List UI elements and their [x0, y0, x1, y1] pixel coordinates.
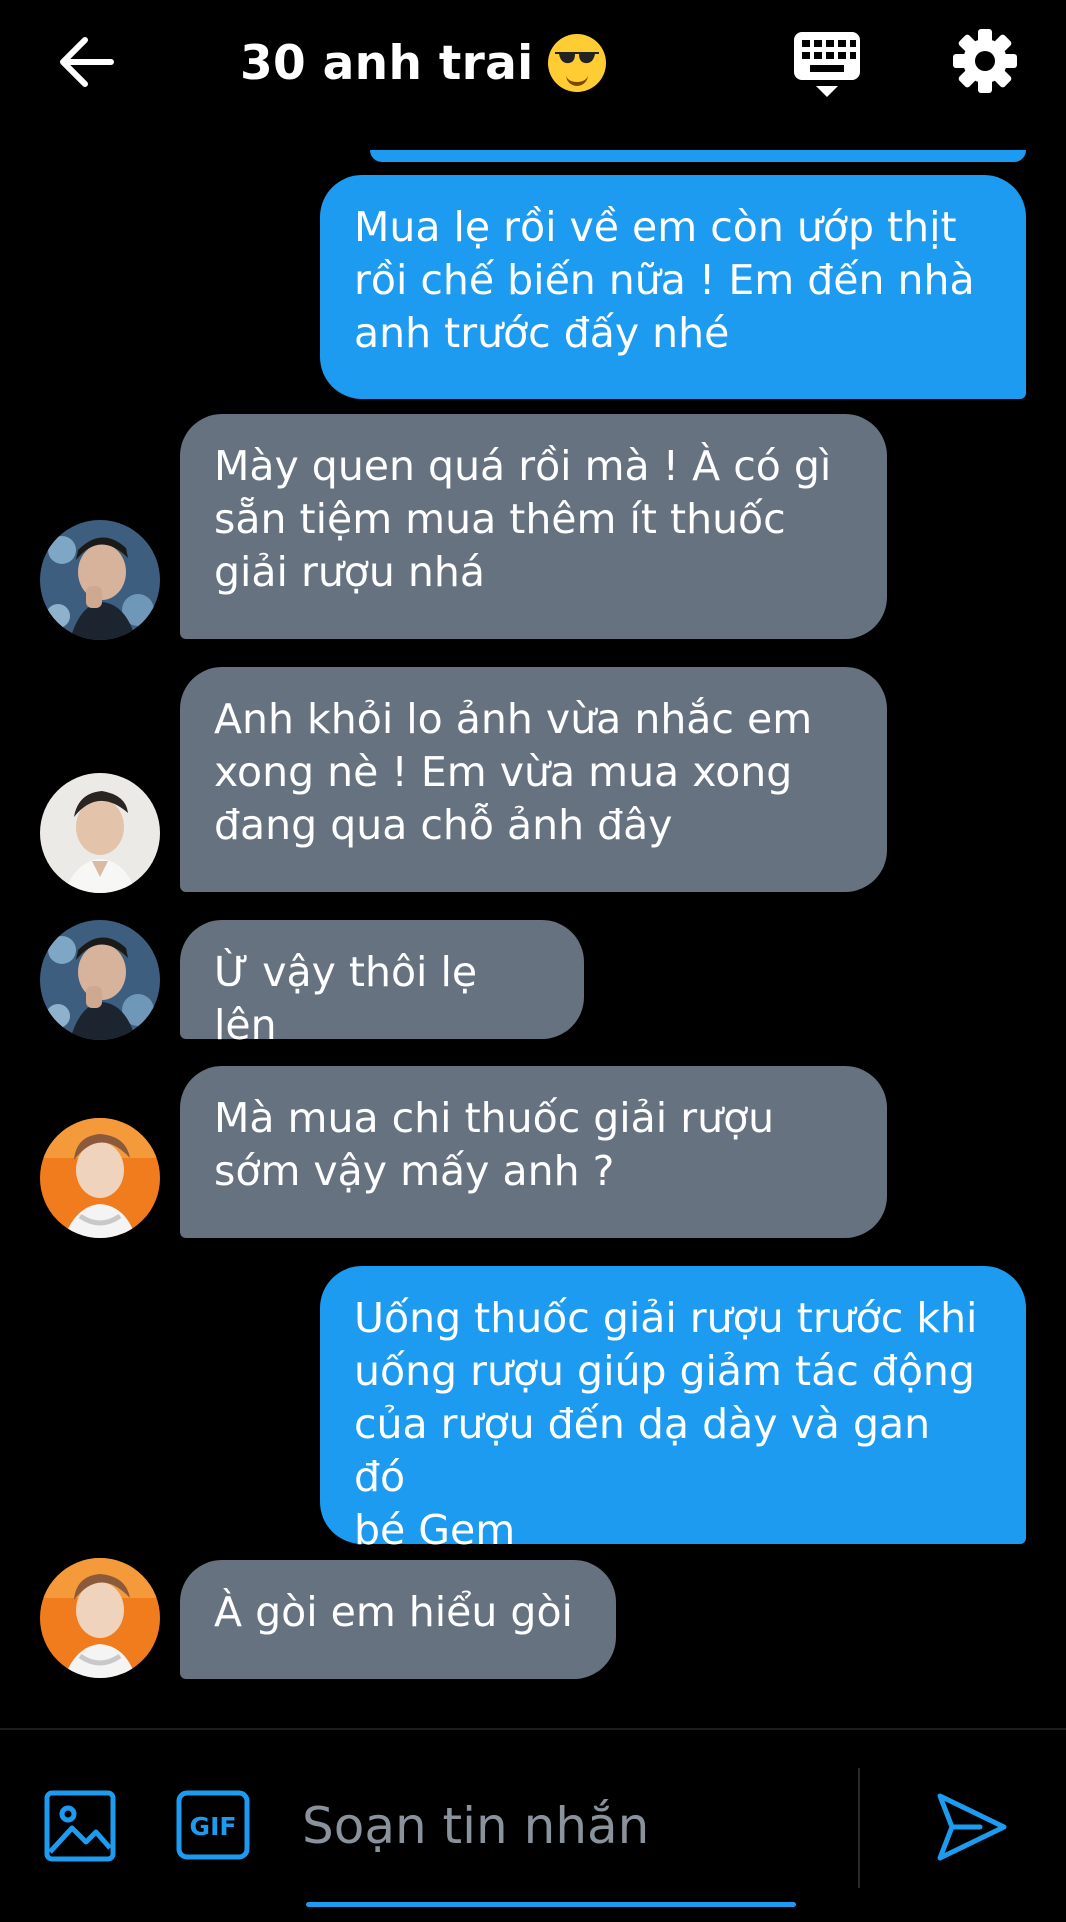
avatar-man-blue-floral-icon: [40, 920, 160, 1040]
message-text: Ừ vậy thôi lẹ lên: [214, 948, 478, 1049]
message-text: Anh khỏi lo ảnh vừa nhắc em xong nè ! Em…: [214, 695, 813, 849]
message-text: Mà mua chi thuốc giải rượu sớm vậy mấy a…: [214, 1094, 775, 1195]
avatar-man-orange-icon: [40, 1558, 160, 1678]
image-icon: [44, 1790, 116, 1862]
gear-icon: [953, 29, 1017, 93]
message-bubble-outgoing-partial: [370, 150, 1026, 162]
message-input[interactable]: [300, 1790, 824, 1862]
settings-button[interactable]: [952, 28, 1018, 94]
gif-label: GIF: [190, 1812, 237, 1841]
message-bubble-incoming[interactable]: Anh khỏi lo ảnh vừa nhắc em xong nè ! Em…: [180, 667, 887, 892]
message-bubble-incoming[interactable]: Mà mua chi thuốc giải rượu sớm vậy mấy a…: [180, 1066, 887, 1238]
chat-header: 30 anh trai: [0, 0, 1066, 130]
message-text: Mày quen quá rồi mà ! À có gì sẵn tiệm m…: [214, 442, 832, 596]
avatar[interactable]: [40, 1558, 160, 1678]
avatar-man-white-icon: [40, 773, 160, 893]
chat-title-text: 30 anh trai: [240, 35, 534, 91]
gif-frame: GIF: [176, 1790, 250, 1860]
message-text: Uống thuốc giải rượu trước khi uống rượu…: [354, 1294, 978, 1554]
avatar-man-orange-icon: [40, 1118, 160, 1238]
chat-title[interactable]: 30 anh trai: [240, 28, 606, 98]
avatar[interactable]: [40, 773, 160, 893]
arrow-left-icon: [60, 37, 114, 87]
smiling-face-with-sunglasses-icon: [547, 34, 606, 92]
send-icon: [937, 1793, 1007, 1861]
message-bubble-incoming[interactable]: Ừ vậy thôi lẹ lên: [180, 920, 584, 1049]
avatar[interactable]: [40, 520, 160, 640]
gif-button[interactable]: GIF: [176, 1790, 250, 1860]
message-text: Mua lẹ rồi về em còn ướp thịt rồi chế bi…: [354, 203, 975, 357]
attach-image-button[interactable]: [44, 1790, 116, 1862]
keyboard-icon: [794, 32, 860, 97]
avatar[interactable]: [40, 1118, 160, 1238]
message-bubble-incoming[interactable]: À gòi em hiểu gòi: [180, 1560, 616, 1679]
keyboard-button[interactable]: [792, 30, 862, 98]
avatar-man-blue-floral-icon: [40, 520, 160, 640]
message-bubble-outgoing[interactable]: Uống thuốc giải rượu trước khi uống rượu…: [320, 1266, 1026, 1554]
back-button[interactable]: [55, 30, 135, 94]
send-button[interactable]: [936, 1792, 1008, 1862]
input-underline: [306, 1902, 796, 1907]
avatar[interactable]: [40, 920, 160, 1040]
message-bubble-outgoing[interactable]: Mua lẹ rồi về em còn ướp thịt rồi chế bi…: [320, 175, 1026, 399]
composer-divider: [858, 1768, 860, 1888]
message-text: À gòi em hiểu gòi: [214, 1588, 573, 1636]
message-bubble-incoming[interactable]: Mày quen quá rồi mà ! À có gì sẵn tiệm m…: [180, 414, 887, 639]
